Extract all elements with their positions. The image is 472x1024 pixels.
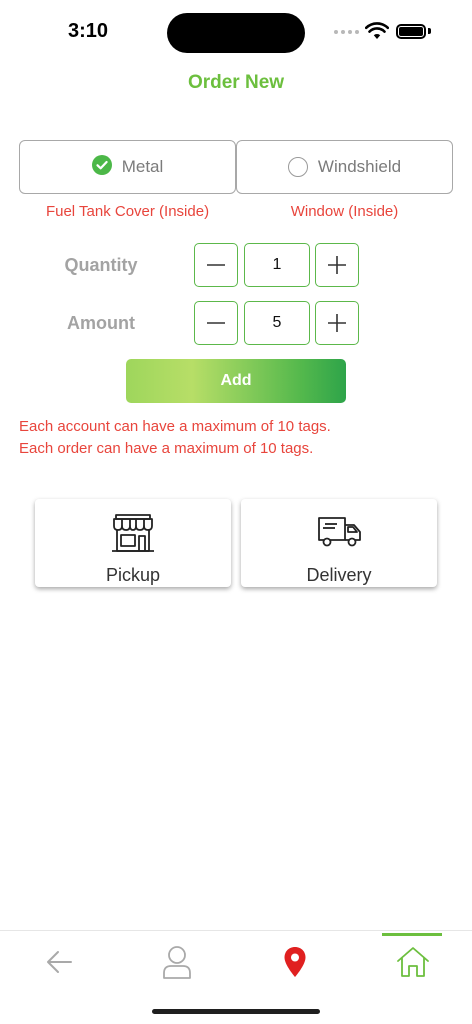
nav-home[interactable]	[354, 931, 472, 993]
option-windshield-label: Windshield	[317, 157, 402, 176]
location-pin-icon	[284, 947, 306, 977]
battery-tip	[428, 28, 431, 34]
cellular-signal-icon	[334, 30, 359, 34]
plus-icon	[328, 314, 346, 332]
delivery-truck-icon	[318, 517, 361, 547]
add-button[interactable]: Add	[126, 359, 346, 403]
nav-active-indicator	[382, 933, 442, 936]
delivery-button[interactable]: Delivery	[241, 499, 437, 587]
battery-icon	[396, 24, 426, 39]
order-limit-note: Each order can have a maximum of 10 tags…	[19, 440, 314, 457]
quantity-value[interactable]: 1	[244, 243, 310, 287]
status-bar: 3:10	[0, 0, 472, 64]
delivery-label: Delivery	[306, 565, 372, 585]
amount-label: Amount	[67, 313, 135, 333]
page-title: Order New	[187, 72, 285, 93]
store-icon	[112, 514, 154, 552]
user-icon	[163, 946, 191, 979]
quantity-increment-button[interactable]	[315, 243, 359, 287]
dynamic-island	[167, 13, 305, 53]
nav-location[interactable]	[236, 931, 354, 993]
quantity-decrement-button[interactable]	[194, 243, 238, 287]
pickup-label: Pickup	[105, 565, 161, 585]
wifi-icon	[364, 22, 390, 45]
quantity-label: Quantity	[64, 255, 138, 275]
amount-decrement-button[interactable]	[194, 301, 238, 345]
status-time: 3:10	[68, 20, 109, 42]
amount-increment-button[interactable]	[315, 301, 359, 345]
option-windshield-description: Window (Inside)	[290, 203, 399, 220]
option-metal[interactable]: Metal	[19, 140, 236, 194]
option-windshield[interactable]: Windshield	[236, 140, 453, 194]
option-metal-label: Metal	[121, 157, 164, 176]
nav-back[interactable]	[0, 931, 118, 993]
amount-value[interactable]: 5	[244, 301, 310, 345]
nav-profile[interactable]	[118, 931, 236, 993]
pickup-button[interactable]: Pickup	[35, 499, 231, 587]
check-circle-icon	[91, 154, 112, 180]
home-indicator	[152, 1009, 320, 1014]
minus-icon	[207, 264, 225, 266]
back-arrow-icon	[47, 951, 72, 973]
home-icon	[397, 947, 429, 977]
account-limit-note: Each account can have a maximum of 10 ta…	[19, 418, 331, 435]
radio-unchecked-icon	[287, 157, 308, 177]
minus-icon	[207, 322, 225, 324]
option-metal-description: Fuel Tank Cover (Inside)	[45, 203, 210, 220]
plus-icon	[328, 256, 346, 274]
